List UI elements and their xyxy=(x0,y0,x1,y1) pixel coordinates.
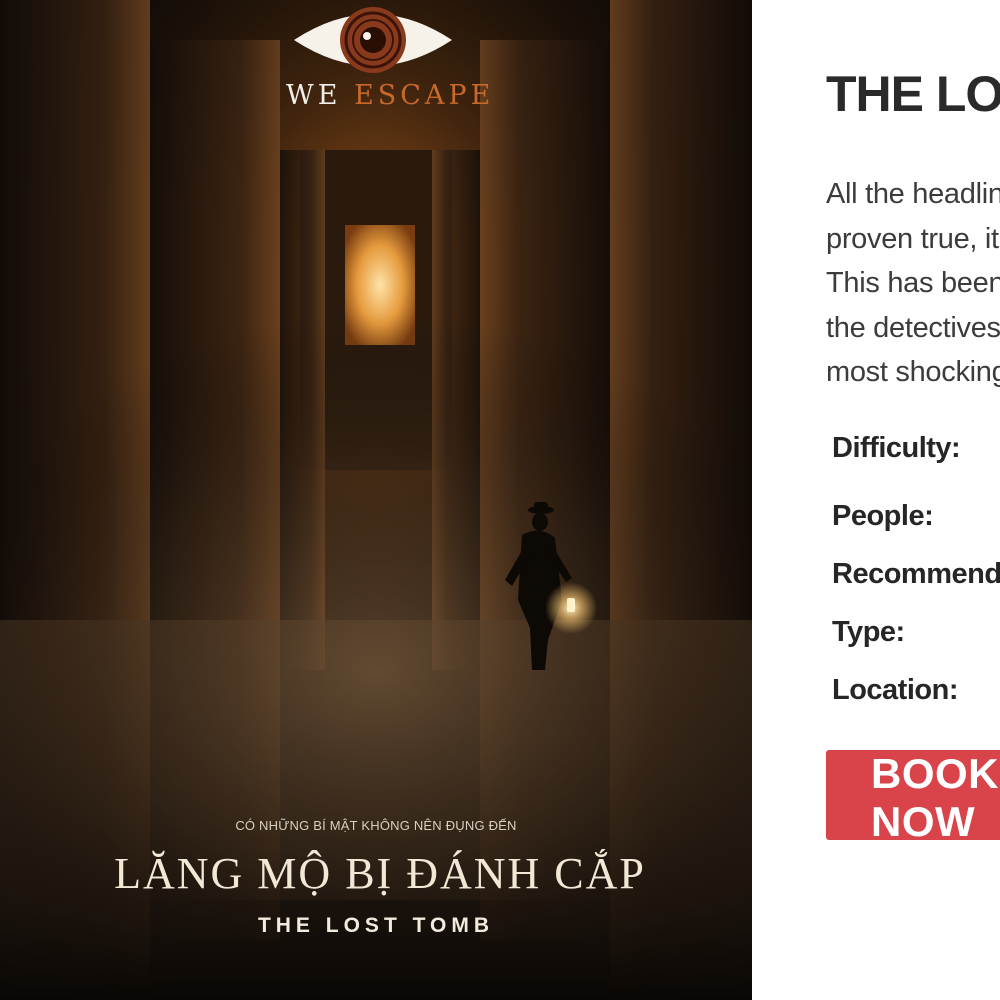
recommended-label: Recommended xyxy=(832,558,1000,590)
poster-tagline: CÓ NHỮNG BÍ MẬT KHÔNG NÊN ĐỤNG ĐẾN xyxy=(235,818,517,833)
room-poster: WE ESCAPE CÓ NHỮNG BÍ MẬT KHÔNG NÊN ĐỤNG… xyxy=(0,0,752,1000)
description-line: most shocking xyxy=(826,356,1000,388)
location-label: Location: xyxy=(832,674,959,706)
description-line: proven true, it xyxy=(826,222,999,255)
room-info-panel: THE LOST TOMB All the headlines proven t… xyxy=(752,0,1000,1000)
room-description: All the headlines proven true, it This h… xyxy=(826,172,1000,395)
description-line: All the headlines xyxy=(826,178,1000,210)
logo-word-escape: ESCAPE xyxy=(354,80,495,111)
room-title: THE LOST TOMB xyxy=(826,66,1000,122)
poster-title-english: THE LOST TOMB xyxy=(257,914,495,937)
logo-wordmark: WE ESCAPE xyxy=(286,80,490,112)
logo-word-we: WE xyxy=(286,80,342,111)
difficulty-label: Difficulty: xyxy=(832,432,961,464)
poster-title-vietnamese: LĂNG MỘ BỊ ĐÁNH CẮP xyxy=(114,849,646,898)
eye-icon xyxy=(294,7,452,73)
people-label: People: xyxy=(832,500,934,532)
type-label: Type: xyxy=(832,616,905,648)
book-now-button[interactable]: BOOK NOW xyxy=(826,750,1000,845)
description-line: the detectives xyxy=(826,311,1000,344)
we-escape-logo: WE ESCAPE xyxy=(286,0,490,115)
description-line: This has been xyxy=(826,267,1000,299)
